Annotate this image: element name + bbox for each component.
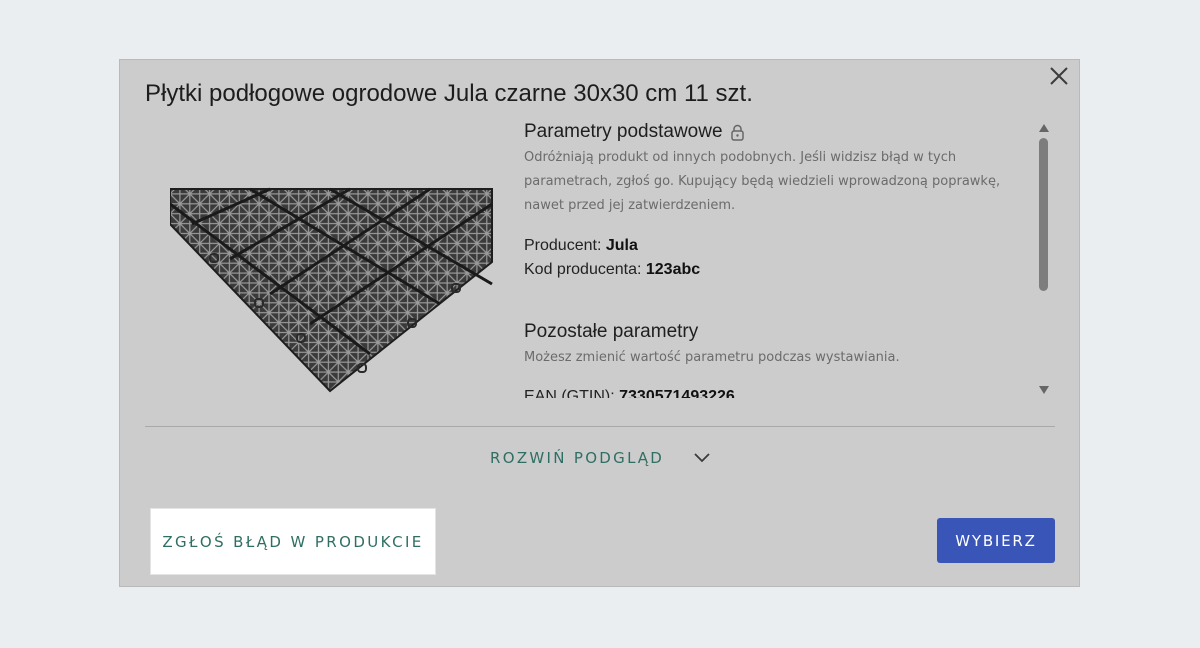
ean-label: EAN (GTIN): (524, 388, 615, 398)
basic-parameters-heading: Parametry podstawowe (524, 121, 745, 143)
scroll-up-arrow[interactable] (1039, 124, 1049, 132)
other-parameters-heading: Pozostałe parametry (524, 321, 699, 342)
divider (145, 426, 1055, 427)
product-image (170, 187, 493, 393)
parameters-panel: Parametry podstawowe Odróżniają produkt … (524, 120, 1034, 398)
basic-parameters-heading-text: Parametry podstawowe (524, 121, 723, 142)
producer-code-value: 123abc (645, 261, 701, 278)
close-icon (1050, 67, 1068, 85)
producer-code-label: Kod producenta: (524, 261, 642, 278)
ean-row: EAN (GTIN): 7330571493226 (524, 388, 735, 398)
scrollbar-thumb[interactable] (1039, 138, 1048, 291)
lock-icon (730, 124, 744, 141)
expand-preview-label: ROZWIŃ PODGLĄD (490, 449, 665, 467)
chevron-down-icon (694, 453, 710, 463)
other-parameters-description: Możesz zmienić wartość parametru podczas… (524, 350, 900, 365)
close-button[interactable] (1048, 65, 1070, 87)
scroll-down-arrow[interactable] (1039, 386, 1049, 394)
basic-parameters-description: Odróżniają produkt od innych podobnych. … (524, 150, 1001, 213)
expand-preview-button[interactable]: ROZWIŃ PODGLĄD (490, 449, 710, 467)
product-title: Płytki podłogowe ogrodowe Jula czarne 30… (145, 80, 753, 107)
ean-value: 7330571493226 (619, 388, 735, 398)
producer-value: Jula (605, 237, 638, 254)
producer-code-row: Kod producenta: 123abc (524, 261, 700, 279)
producer-label: Producent: (524, 237, 602, 254)
select-button[interactable]: WYBIERZ (937, 518, 1055, 563)
report-error-button[interactable]: ZGŁOŚ BŁĄD W PRODUKCIE (150, 508, 436, 575)
scrollbar[interactable] (1037, 122, 1051, 398)
product-preview-modal: Płytki podłogowe ogrodowe Jula czarne 30… (119, 59, 1080, 587)
producer-row: Producent: Jula (524, 237, 638, 255)
